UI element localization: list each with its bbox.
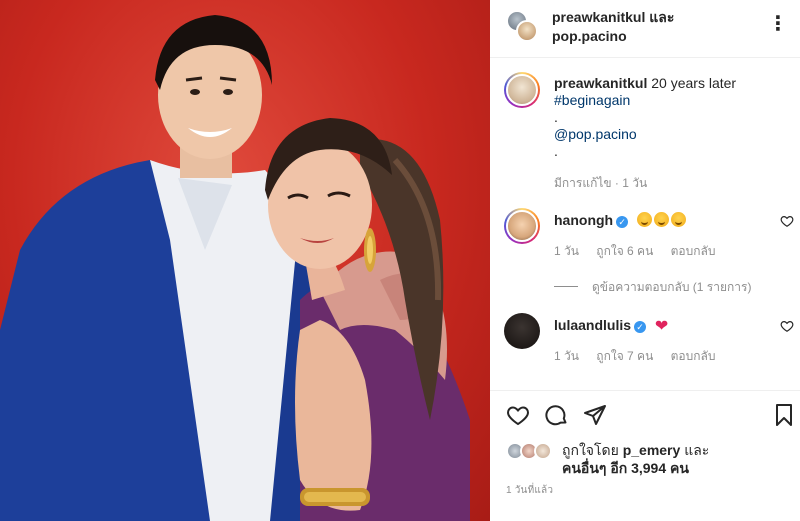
header-user1-link[interactable]: preawkanitkul <box>552 9 645 25</box>
avatar-pop-pacino[interactable] <box>516 20 538 42</box>
grin-emoji-icon <box>671 212 686 227</box>
caption-dot-1: . <box>554 109 558 125</box>
replies-line <box>554 286 578 287</box>
caption-meta: มีการแก้ไข · 1 วัน <box>554 176 648 190</box>
likes-others-link[interactable]: คนอื่นๆ อีก 3,994 คน <box>562 460 689 476</box>
comment-username[interactable]: hanongh <box>554 212 613 228</box>
comment-icon[interactable] <box>545 403 569 427</box>
post-sidebar: preawkanitkul และ pop.pacino ⋮ preawkani… <box>490 0 800 521</box>
comment-meta: 1 วัน ถูกใจ 7 คน ตอบกลับ <box>554 347 730 366</box>
comment-like-heart-icon[interactable] <box>780 319 794 333</box>
comment-time: 1 วัน <box>554 244 579 258</box>
comment-avatar[interactable] <box>504 313 540 349</box>
comment-like-heart-icon[interactable] <box>780 214 794 228</box>
liker-avatar[interactable] <box>534 442 552 460</box>
likes-summary: ถูกใจโดย p_emery และ คนอื่นๆ อีก 3,994 ค… <box>490 438 800 486</box>
post-timestamp: 1 วันที่แล้ว <box>506 485 554 496</box>
heart-icon[interactable] <box>506 403 530 427</box>
comment-text: hanongh ✓ <box>554 211 686 229</box>
comment-time: 1 วัน <box>554 349 579 363</box>
caption-avatar[interactable] <box>504 72 540 108</box>
comment-likes[interactable]: ถูกใจ 7 คน <box>596 349 653 363</box>
likes-text: ถูกใจโดย p_emery และ คนอื่นๆ อีก 3,994 ค… <box>562 441 709 477</box>
caption-username[interactable]: preawkanitkul <box>554 75 647 91</box>
bookmark-icon[interactable] <box>772 403 796 427</box>
comment-reply-button[interactable]: ตอบกลับ <box>671 349 716 363</box>
grin-emoji-icon <box>637 212 652 227</box>
comment-text: lulaandlulis ✓ ❤ <box>554 316 668 336</box>
verified-badge-icon: ✓ <box>616 216 629 228</box>
post-photo-illustration <box>0 15 470 521</box>
header-and-text: และ <box>649 9 675 25</box>
verified-badge-icon: ✓ <box>634 321 647 333</box>
grin-emoji-icon <box>654 212 669 227</box>
more-options-icon[interactable]: ⋮ <box>768 14 788 34</box>
comment-avatar[interactable] <box>504 208 540 244</box>
likes-and: และ <box>684 442 710 458</box>
header-user2-link[interactable]: pop.pacino <box>552 27 674 46</box>
caption-dot-2: . <box>554 143 558 159</box>
caption-hashtag[interactable]: #beginagain <box>554 92 790 109</box>
comment-reply-button[interactable]: ตอบกลับ <box>671 244 716 258</box>
comment-item: hanongh ✓ 1 วัน ถูกใจ 6 คน ตอบกลับ <box>490 208 800 268</box>
post-header: preawkanitkul และ pop.pacino ⋮ <box>490 0 800 58</box>
collab-names: preawkanitkul และ pop.pacino <box>552 8 674 46</box>
comment-likes[interactable]: ถูกใจ 6 คน <box>596 244 653 258</box>
likes-user-link[interactable]: p_emery <box>623 442 681 458</box>
send-icon[interactable] <box>583 403 607 427</box>
collab-avatars[interactable] <box>506 10 538 42</box>
post-photo[interactable] <box>0 0 490 521</box>
caption-text: 20 years later <box>651 75 737 91</box>
caption-mention[interactable]: @pop.pacino <box>554 126 790 143</box>
caption: preawkanitkul 20 years later #beginagain… <box>554 75 790 160</box>
view-replies-text: ดูข้อความตอบกลับ (1 รายการ) <box>592 280 752 294</box>
view-replies-button[interactable]: ดูข้อความตอบกลับ (1 รายการ) <box>554 278 751 297</box>
action-bar <box>490 390 800 438</box>
likes-prefix: ถูกใจโดย <box>562 442 619 458</box>
comment-item: lulaandlulis ✓ ❤ 1 วัน ถูกใจ 7 คน ตอบกลับ <box>490 313 800 373</box>
comment-meta: 1 วัน ถูกใจ 6 คน ตอบกลับ <box>554 242 730 261</box>
comment-username[interactable]: lulaandlulis <box>554 317 631 333</box>
red-heart-emoji-icon: ❤ <box>654 318 669 335</box>
